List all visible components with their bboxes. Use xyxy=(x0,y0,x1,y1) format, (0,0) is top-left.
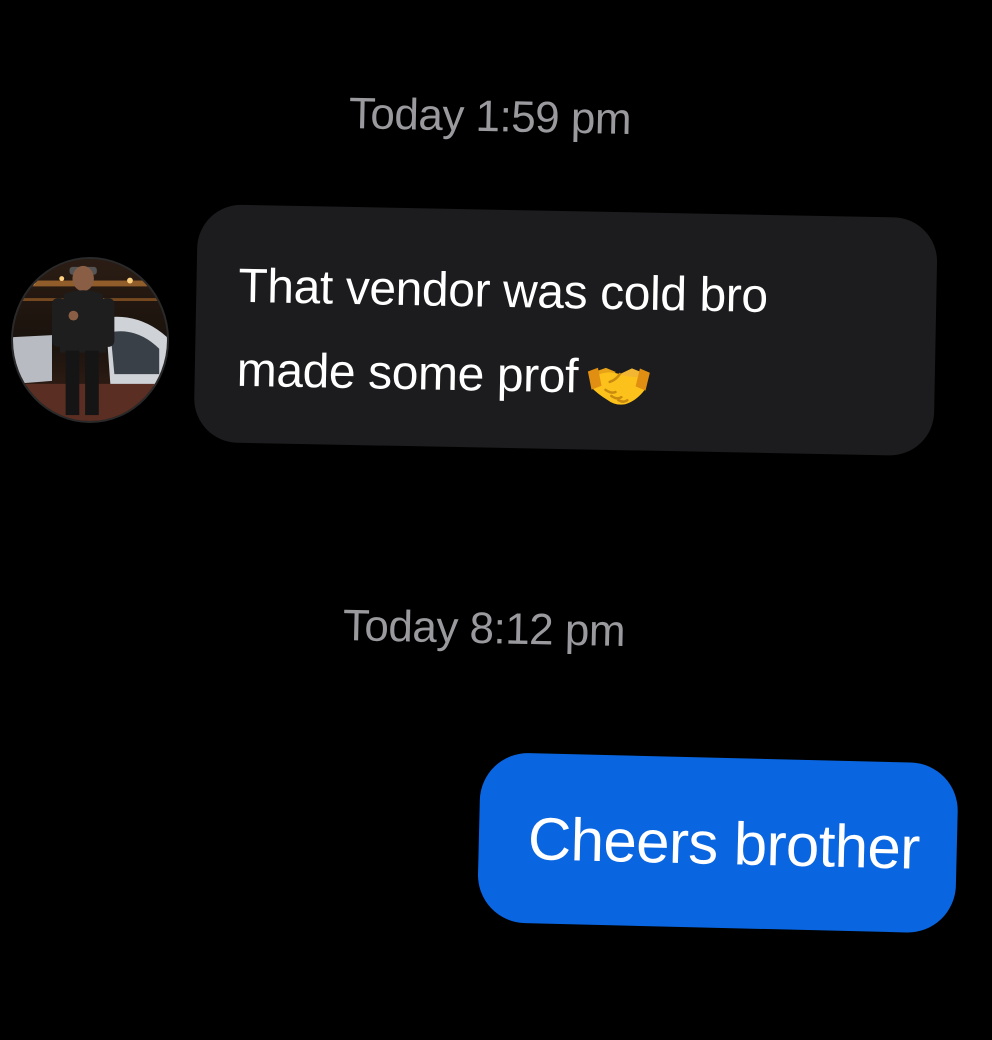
timestamp: Today 1:59 pm xyxy=(348,89,632,144)
avatar-image xyxy=(13,259,167,421)
incoming-message-line-with-emoji: made some prof xyxy=(236,329,895,426)
incoming-message-bubble[interactable]: That vendor was cold bro made some prof xyxy=(193,204,938,457)
avatar[interactable] xyxy=(11,257,169,423)
incoming-message-text: That vendor was cold bro made some prof xyxy=(236,245,897,426)
outgoing-message-text: Cheers brother xyxy=(527,804,921,882)
timestamp: Today 8:12 pm xyxy=(342,601,626,656)
incoming-message-line: made some prof xyxy=(236,343,579,404)
handshake-icon xyxy=(586,351,653,405)
incoming-message-line: That vendor was cold bro xyxy=(237,259,769,323)
outgoing-message-bubble[interactable]: Cheers brother xyxy=(476,752,959,934)
